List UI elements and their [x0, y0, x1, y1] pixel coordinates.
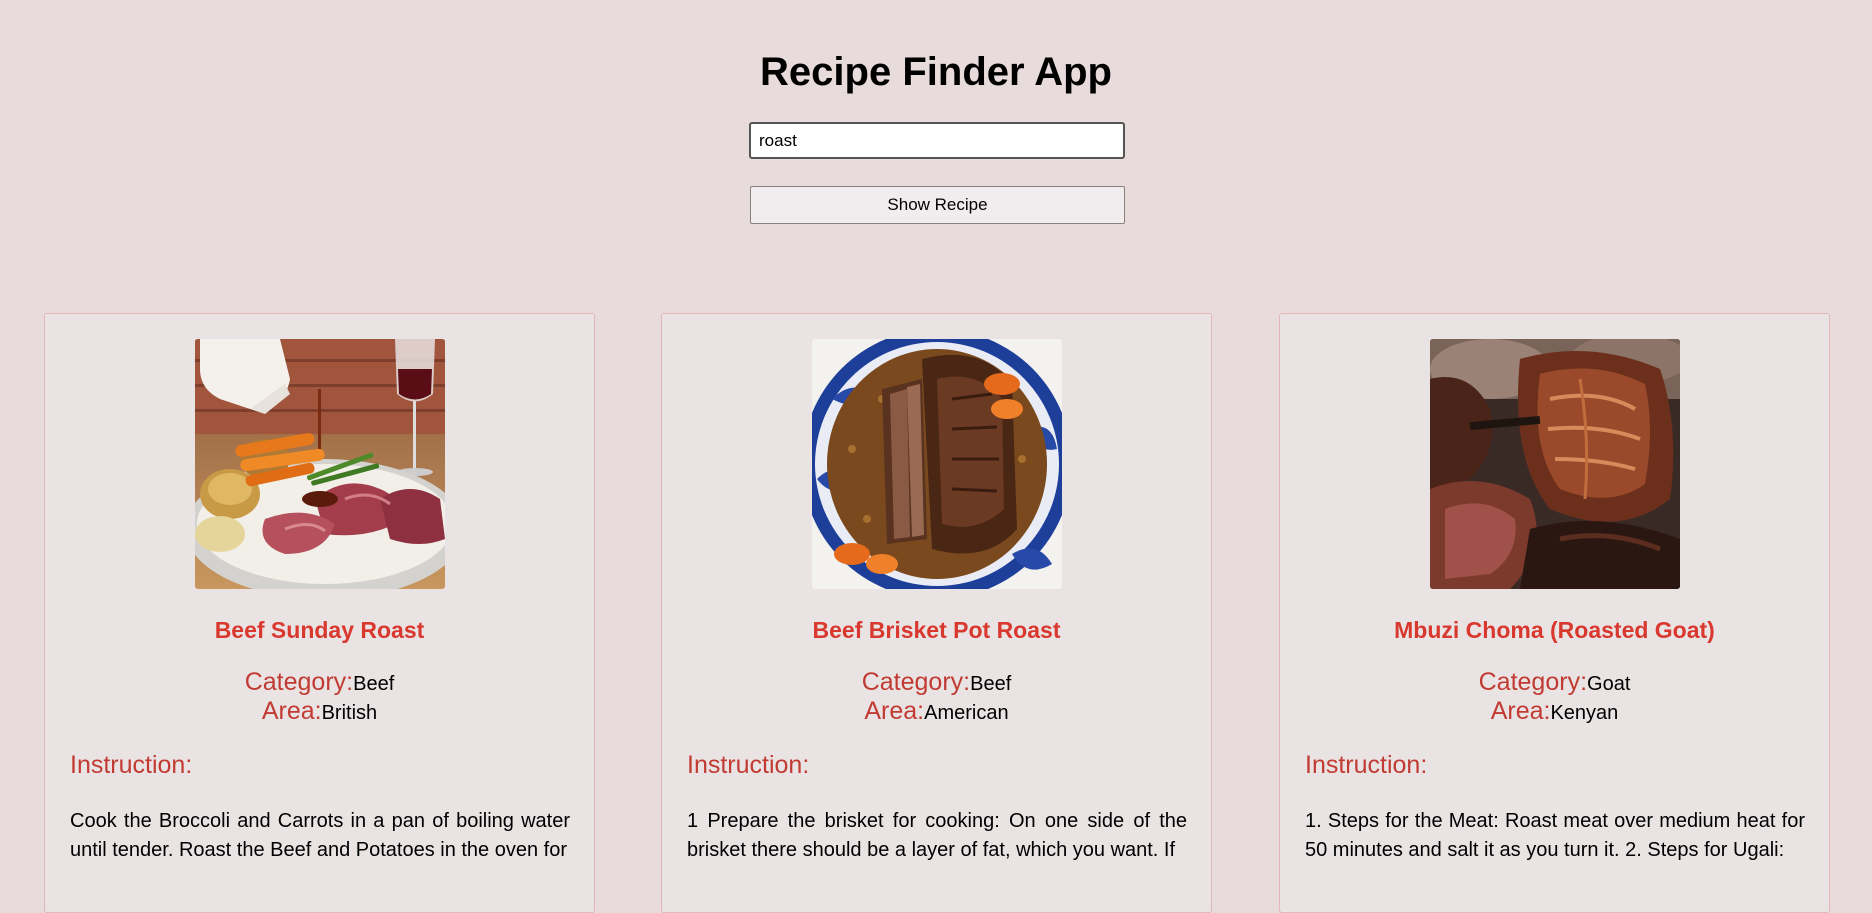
area-label: Area:: [1490, 697, 1551, 725]
recipe-area: Area:Kenyan: [1280, 696, 1829, 730]
recipe-image: [1430, 339, 1680, 589]
recipe-area: Area:American: [662, 696, 1211, 730]
instruction-text: 1 Prepare the brisket for cooking: On on…: [687, 810, 1187, 861]
area-value: British: [321, 702, 378, 724]
recipe-card: Mbuzi Choma (Roasted Goat) Category:Goat…: [1279, 313, 1830, 913]
instruction-heading: Instruction:: [70, 751, 193, 779]
instruction-heading: Instruction:: [687, 751, 810, 779]
recipe-title: Mbuzi Choma (Roasted Goat): [1394, 617, 1715, 643]
recipe-title: Beef Sunday Roast: [214, 617, 425, 643]
search-input[interactable]: [749, 122, 1125, 159]
category-value: Beef: [970, 673, 1012, 695]
recipe-title: Beef Brisket Pot Roast: [812, 617, 1061, 643]
instruction-text: Cook the Broccoli and Carrots in a pan o…: [70, 810, 570, 861]
area-label: Area:: [261, 697, 322, 725]
area-value: Kenyan: [1550, 702, 1619, 724]
instruction-text: 1. Steps for the Meat: Roast meat over m…: [1305, 810, 1805, 861]
recipe-image: [812, 339, 1062, 589]
page-title: Recipe Finder App: [760, 50, 1112, 94]
recipe-area: Area:British: [45, 696, 594, 730]
instruction-heading: Instruction:: [1305, 751, 1428, 779]
category-label: Category:: [1478, 668, 1588, 696]
area-label: Area:: [864, 697, 925, 725]
category-label: Category:: [861, 668, 971, 696]
area-value: American: [924, 702, 1009, 724]
category-value: Goat: [1587, 673, 1631, 695]
recipe-card: Beef Sunday Roast Category:Beef Area:Bri…: [44, 313, 595, 913]
category-value: Beef: [353, 673, 395, 695]
recipe-image: [195, 339, 445, 589]
recipe-card: Beef Brisket Pot Roast Category:Beef Are…: [661, 313, 1212, 913]
show-recipe-button[interactable]: Show Recipe: [750, 186, 1125, 224]
category-label: Category:: [244, 668, 354, 696]
